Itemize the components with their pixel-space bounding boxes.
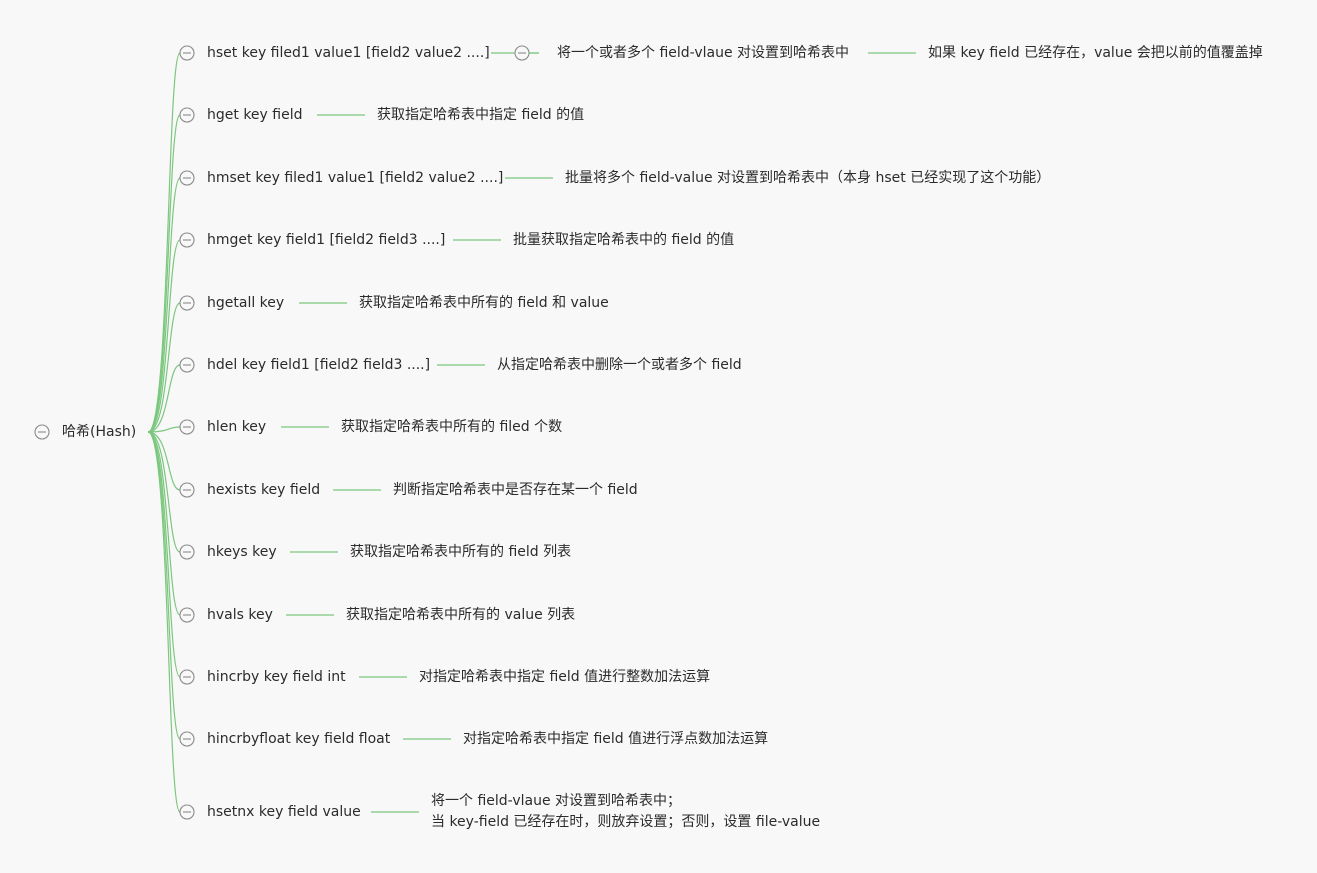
collapse-icon-6[interactable] [179, 357, 195, 373]
collapse-icon-9[interactable] [179, 544, 195, 560]
desc-collapse-icon-1[interactable] [514, 45, 530, 61]
description-node-13[interactable]: 将一个 field-vlaue 对设置到哈希表中； 当 key-field 已经存… [431, 791, 820, 833]
description-node-8[interactable]: 判断指定哈希表中是否存在某一个 field [393, 481, 638, 499]
branch-connector-8 [147, 431, 181, 491]
collapse-icon-10[interactable] [179, 607, 195, 623]
command-node-4[interactable]: hmget key field1 [field2 field3 ....] [207, 231, 445, 249]
description-node-5[interactable]: 获取指定哈希表中所有的 field 和 value [359, 294, 609, 312]
collapse-icon-12[interactable] [179, 731, 195, 747]
collapse-icon-1[interactable] [179, 45, 195, 61]
description-node-6[interactable]: 从指定哈希表中删除一个或者多个 field [497, 356, 742, 374]
command-node-9[interactable]: hkeys key [207, 543, 277, 561]
command-node-8[interactable]: hexists key field [207, 481, 320, 499]
collapse-icon-2[interactable] [179, 107, 195, 123]
description-node-12[interactable]: 对指定哈希表中指定 field 值进行浮点数加法运算 [463, 730, 768, 748]
description-node-3[interactable]: 批量将多个 field-value 对设置到哈希表中（本身 hset 已经实现了… [565, 169, 1050, 187]
collapse-icon-11[interactable] [179, 669, 195, 685]
collapse-icon-3[interactable] [179, 170, 195, 186]
root-collapse-icon[interactable] [34, 424, 50, 440]
description-node-9[interactable]: 获取指定哈希表中所有的 field 列表 [350, 543, 571, 561]
description-line-2: 当 key-field 已经存在时，则放弃设置；否则，设置 file-value [431, 814, 821, 830]
description-node-4[interactable]: 批量获取指定哈希表中的 field 的值 [513, 231, 734, 249]
command-node-5[interactable]: hgetall key [207, 294, 284, 312]
command-node-7[interactable]: hlen key [207, 418, 266, 436]
command-node-10[interactable]: hvals key [207, 606, 273, 624]
command-node-12[interactable]: hincrbyfloat key field float [207, 730, 390, 748]
description-node-10[interactable]: 获取指定哈希表中所有的 value 列表 [346, 606, 575, 624]
command-node-13[interactable]: hsetnx key field value [207, 803, 361, 821]
sub-description-node-1[interactable]: 如果 key field 已经存在，value 会把以前的值覆盖掉 [928, 44, 1263, 62]
branch-connector-12 [147, 431, 181, 740]
collapse-icon-8[interactable] [179, 482, 195, 498]
command-node-2[interactable]: hget key field [207, 106, 302, 124]
collapse-icon-13[interactable] [179, 804, 195, 820]
collapse-icon-5[interactable] [179, 295, 195, 311]
command-node-11[interactable]: hincrby key field int [207, 668, 346, 686]
collapse-icon-4[interactable] [179, 232, 195, 248]
branch-connector-2 [147, 114, 181, 433]
description-node-2[interactable]: 获取指定哈希表中指定 field 的值 [377, 106, 584, 124]
description-node-7[interactable]: 获取指定哈希表中所有的 filed 个数 [341, 418, 562, 436]
command-node-3[interactable]: hmset key filed1 value1 [field2 value2 .… [207, 169, 503, 187]
description-node-1[interactable]: 将一个或者多个 field-vlaue 对设置到哈希表中 [557, 44, 849, 62]
description-node-11[interactable]: 对指定哈希表中指定 field 值进行整数加法运算 [419, 668, 710, 686]
root-node-label[interactable]: 哈希(Hash) [62, 423, 136, 441]
command-node-1[interactable]: hset key filed1 value1 [field2 value2 ..… [207, 44, 490, 62]
description-line-1: 将一个 field-vlaue 对设置到哈希表中； [431, 793, 682, 809]
collapse-icon-7[interactable] [179, 419, 195, 435]
command-node-6[interactable]: hdel key field1 [field2 field3 ....] [207, 356, 430, 374]
